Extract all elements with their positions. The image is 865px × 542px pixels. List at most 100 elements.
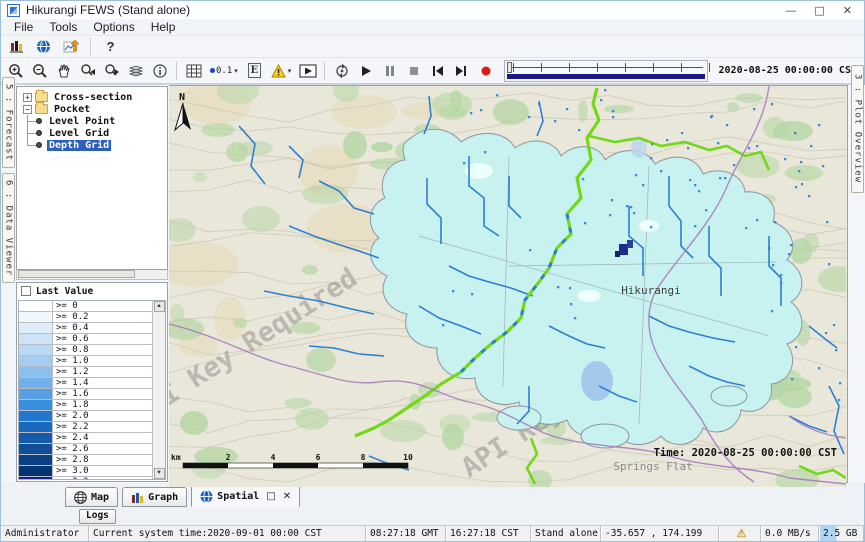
tree-item-label[interactable]: Cross-section [52,92,134,103]
legend-class-label: >= 1.4 [53,378,152,388]
folder-icon [35,104,48,114]
layer-bullet-icon [36,130,42,136]
tree-leaf-row[interactable]: Level Grid [17,127,167,139]
tree-connector [27,127,36,139]
map-toolbar: 0.1 ▾ E ▾ [1,58,864,85]
info-icon[interactable] [148,60,171,81]
legend-row: >= 3.0 [19,466,152,477]
minimize-button[interactable]: — [785,5,796,16]
stop-icon[interactable] [402,60,425,81]
play-icon[interactable] [354,60,377,81]
animation-loop-icon[interactable] [330,60,353,81]
tree-item-label[interactable]: Depth Grid [47,140,111,151]
classification-dropdown[interactable]: 0.1 ▾ [206,60,242,81]
legend-row: >= 0.6 [19,334,152,345]
time-slider[interactable] [504,60,707,82]
logs-row: Logs [1,507,864,525]
time-slider-handle[interactable] [507,62,512,73]
title-bar: Hikurangi FEWS (Stand alone) — □ ✕ [1,1,864,19]
svg-text:km: km [171,453,181,462]
status-transfer-rate: 0.0 MB/s [761,526,819,541]
timeseries-chart-icon[interactable] [59,36,82,57]
window-title: Hikurangi FEWS (Stand alone) [26,3,190,17]
legend-color-swatch [19,345,53,355]
menu-tools[interactable]: Tools [42,19,84,35]
tree-folder-row[interactable]: − Pocket [17,103,167,115]
legend-class-label: >= 0 [53,301,152,311]
layer-bullet-icon [36,142,42,148]
tab-data-viewer[interactable]: 6 : Data Viewer [2,173,15,283]
menu-bar: File Tools Options Help [1,19,864,36]
globe-map-icon[interactable] [32,36,55,57]
expand-icon[interactable]: + [23,93,32,102]
legend-row: >= 0.4 [19,323,152,334]
tree-item-label[interactable]: Level Grid [47,128,111,139]
status-system-time: Current system time:2020-09-01 00:00 CST [89,526,366,541]
warning-threshold-dropdown[interactable]: ▾ [267,60,296,81]
status-warning-cell[interactable]: ⚠ [719,526,761,541]
tab-spatial[interactable]: Spatial □ ✕ [191,485,300,507]
layers-icon[interactable] [124,60,147,81]
tree-horizontal-scrollbar[interactable] [16,270,168,280]
folder-icon [35,92,48,102]
maximize-button[interactable]: □ [814,5,824,16]
tree-item-label[interactable]: Pocket [52,104,92,115]
logs-button[interactable]: Logs [79,509,116,524]
record-icon[interactable] [474,60,497,81]
legend-row: >= 1.2 [19,367,152,378]
status-memory: 2.5 GB [819,526,864,541]
last-value-checkbox[interactable] [21,286,31,296]
legend-class-label: >= 0.8 [53,345,152,355]
menu-file[interactable]: File [7,19,40,35]
tree-leaf-row[interactable]: Level Point [17,115,167,127]
movie-export-icon[interactable] [296,60,319,81]
close-button[interactable]: ✕ [843,5,852,16]
zoom-previous-icon[interactable] [76,60,99,81]
tree-item-label[interactable]: Level Point [47,116,117,127]
legend-color-swatch [19,477,53,479]
time-slider-tick [653,63,654,72]
tab-maximize-icon[interactable]: □ [266,491,275,502]
pause-icon[interactable] [378,60,401,81]
layer-bullet-icon [36,118,42,124]
zoom-next-icon[interactable] [100,60,123,81]
legend-color-swatch [19,411,53,421]
labels-button[interactable]: E [243,60,266,81]
classification-dot-icon [210,68,215,73]
tab-plot-overview[interactable]: 3 : Plot Overview [851,65,864,193]
legend-color-swatch [19,444,53,454]
step-back-icon[interactable] [426,60,449,81]
scroll-down-icon[interactable]: ▼ [154,468,165,479]
grid-display-icon[interactable] [182,60,205,81]
step-forward-icon[interactable] [450,60,473,81]
globe-icon [74,491,87,504]
time-slider-tick [709,63,710,72]
legend-scrollbar[interactable]: ▲ ▼ [152,301,165,479]
pan-hand-icon[interactable] [52,60,75,81]
legend-row: >= 1.6 [19,389,152,400]
zoom-out-icon[interactable] [28,60,51,81]
collapse-icon[interactable]: − [23,105,32,114]
menu-help[interactable]: Help [144,19,183,35]
legend-row: >= 1.4 [19,378,152,389]
layer-tree: + Cross-section − PocketLevel PointLevel Gr… [16,86,168,270]
time-slider-tick [541,63,542,72]
legend-class-label: >= 1.8 [53,400,152,410]
menu-options[interactable]: Options [86,19,141,35]
help-icon[interactable]: ? [99,36,122,57]
tab-graph[interactable]: Graph [122,487,187,507]
tab-forecast[interactable]: 5 : Forecast [2,77,15,168]
chevron-down-icon: ▾ [288,67,292,75]
database-icon[interactable] [5,36,28,57]
tree-leaf-row[interactable]: Depth Grid [17,139,167,151]
scroll-up-icon[interactable]: ▲ [154,301,165,312]
time-slider-tick [569,63,570,72]
map-canvas[interactable]: API Key Required API Key Required [169,85,848,483]
status-coordinates: -35.657 , 174.199 [601,526,719,541]
legend-row: >= 2.8 [19,455,152,466]
place-label-hikurangi: Hikurangi [621,284,681,297]
tab-map[interactable]: Map [65,487,118,507]
time-slider-tick [513,63,514,72]
tab-close-icon[interactable]: ✕ [283,491,291,502]
legend-class-label: >= 1.6 [53,389,152,399]
